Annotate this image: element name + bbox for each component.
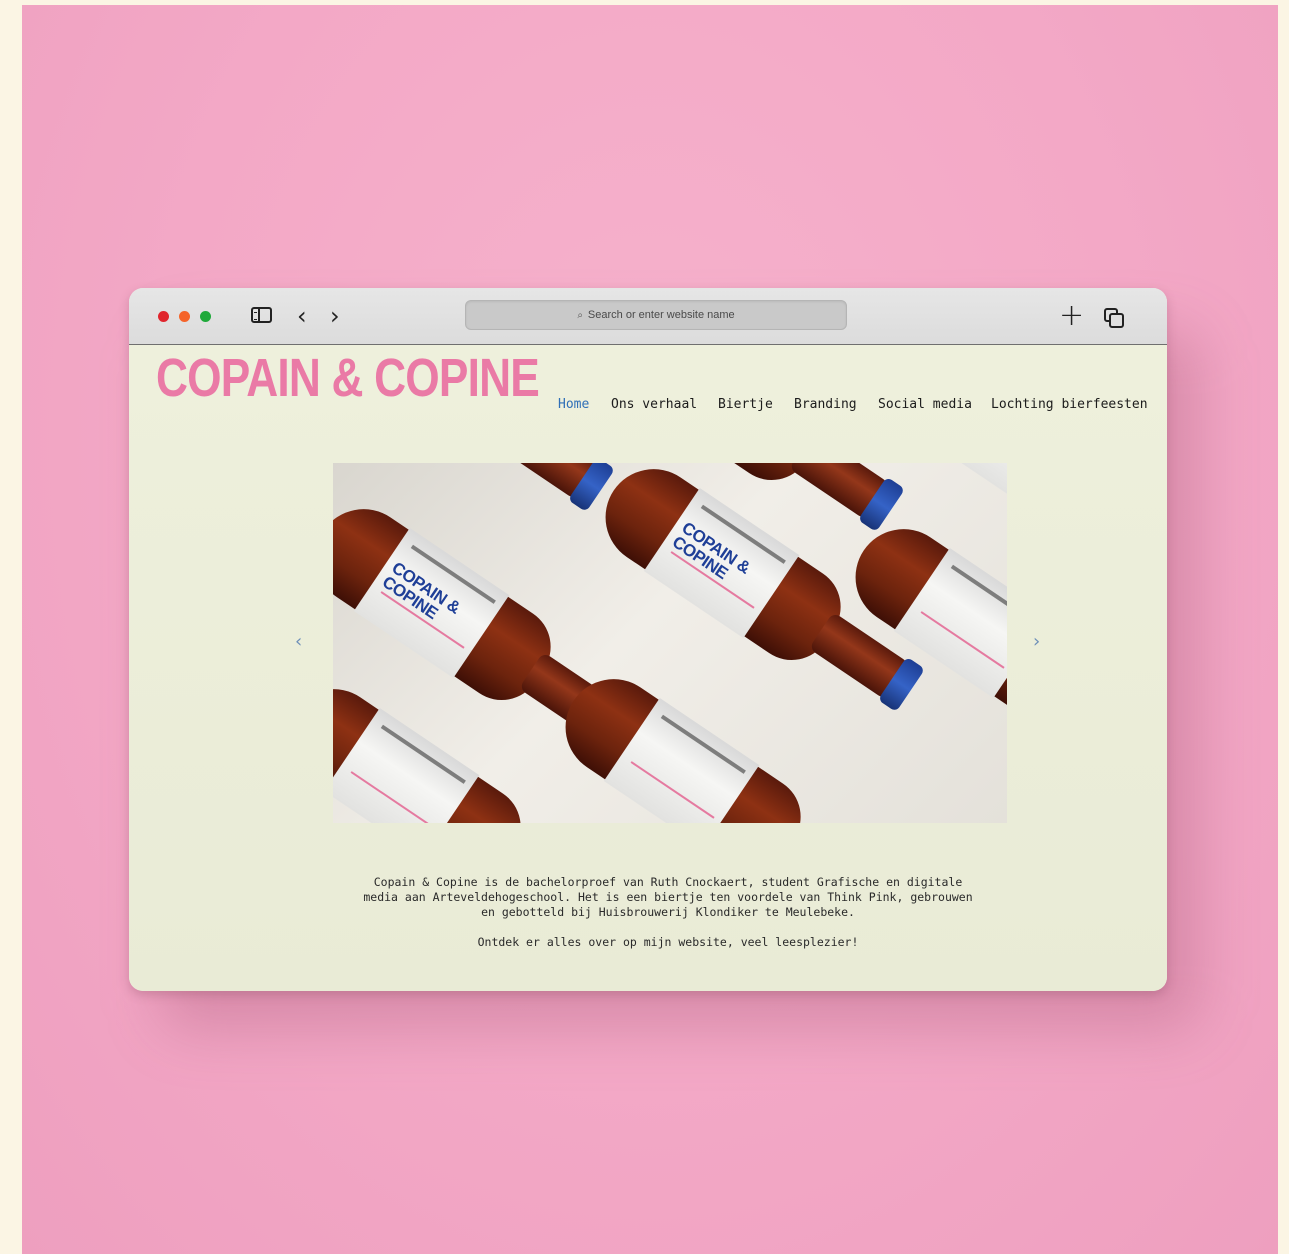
address-bar-placeholder: Search or enter website name	[587, 309, 735, 321]
tabs-icon[interactable]	[1104, 308, 1124, 328]
hero-image: COPAIN & COPINE COPAIN & COPINE COPAIN &…	[333, 463, 1007, 823]
plus-icon[interactable]: +	[1059, 301, 1084, 331]
chevron-left-icon[interactable]: ‹	[297, 302, 307, 330]
chevron-right-icon[interactable]: ›	[330, 302, 340, 330]
browser-window: ‹ › ⌕ Search or enter website name + COP…	[129, 288, 1167, 991]
minimize-window-button[interactable]	[179, 311, 190, 322]
nav-item-home[interactable]: Home	[558, 397, 589, 412]
site-logo[interactable]: COPAIN & COPINE	[156, 347, 540, 409]
nav-item-branding[interactable]: Branding	[794, 397, 857, 412]
carousel-next-button[interactable]: ›	[1033, 631, 1040, 652]
website-content: COPAIN & COPINE Home Ons verhaal Biertje…	[129, 345, 1167, 991]
nav-item-ons-verhaal[interactable]: Ons verhaal	[611, 397, 697, 412]
search-icon: ⌕	[577, 309, 583, 321]
address-bar[interactable]: ⌕ Search or enter website name	[465, 300, 847, 330]
sidebar-icon[interactable]	[251, 307, 272, 323]
about-text: Copain & Copine is de bachelorproef van …	[358, 875, 978, 950]
close-window-button[interactable]	[158, 311, 169, 322]
nav-item-biertje[interactable]: Biertje	[718, 397, 773, 412]
about-call-to-action: Ontdek er alles over op mijn website, ve…	[477, 935, 859, 949]
carousel-prev-button[interactable]: ‹	[295, 631, 302, 652]
maximize-window-button[interactable]	[200, 311, 211, 322]
nav-item-social-media[interactable]: Social media	[878, 397, 972, 412]
about-paragraph: Copain & Copine is de bachelorproef van …	[363, 875, 973, 919]
browser-toolbar: ‹ › ⌕ Search or enter website name +	[129, 288, 1167, 345]
nav-item-lochting-bierfeesten[interactable]: Lochting bierfeesten	[991, 397, 1148, 412]
